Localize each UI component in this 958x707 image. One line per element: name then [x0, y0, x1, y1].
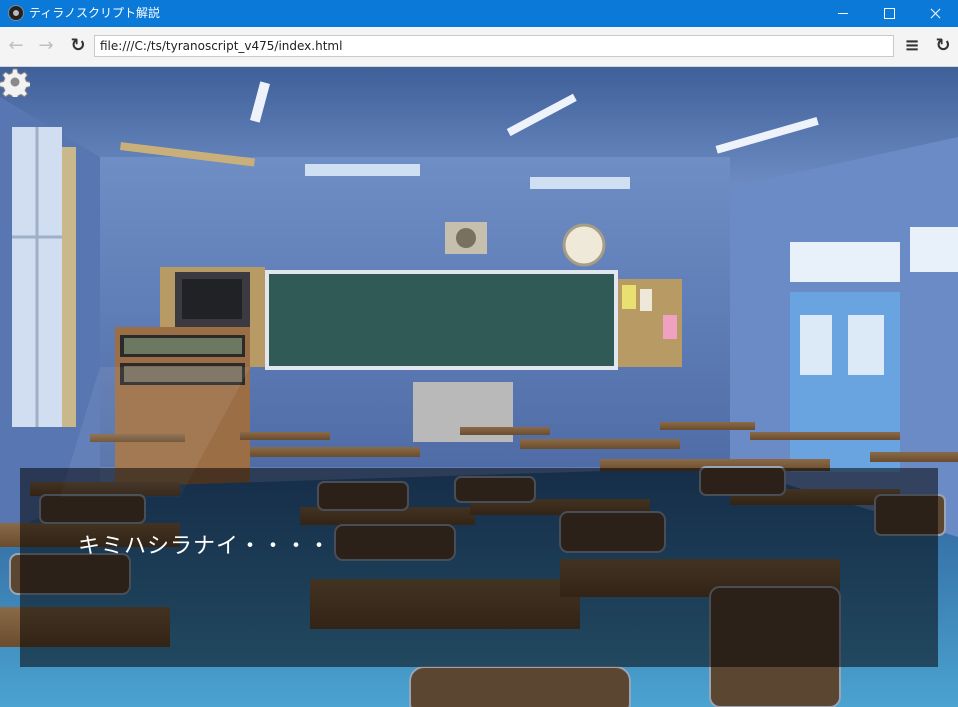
- close-button[interactable]: [912, 0, 958, 27]
- app-icon: [8, 5, 24, 21]
- minimize-button[interactable]: [820, 0, 866, 27]
- browser-toolbar: ← → ↻ file:///C:/ts/tyranoscript_v475/in…: [0, 27, 958, 67]
- game-screen[interactable]: キミハシラナイ・・・・: [0, 67, 958, 707]
- refresh-icon[interactable]: ↻: [932, 35, 954, 57]
- window-title: ティラノスクリプト解説: [29, 6, 161, 20]
- window-titlebar[interactable]: ティラノスクリプト解説: [0, 0, 958, 27]
- menu-icon[interactable]: ≡: [901, 35, 923, 57]
- back-arrow-icon[interactable]: ←: [5, 35, 27, 57]
- message-window[interactable]: キミハシラナイ・・・・: [20, 468, 938, 667]
- reload-icon[interactable]: ↻: [67, 35, 89, 57]
- gear-icon[interactable]: [0, 67, 30, 97]
- address-bar[interactable]: file:///C:/ts/tyranoscript_v475/index.ht…: [94, 35, 894, 57]
- forward-arrow-icon[interactable]: →: [35, 35, 57, 57]
- message-text: キミハシラナイ・・・・: [78, 534, 332, 559]
- maximize-button[interactable]: [866, 0, 912, 27]
